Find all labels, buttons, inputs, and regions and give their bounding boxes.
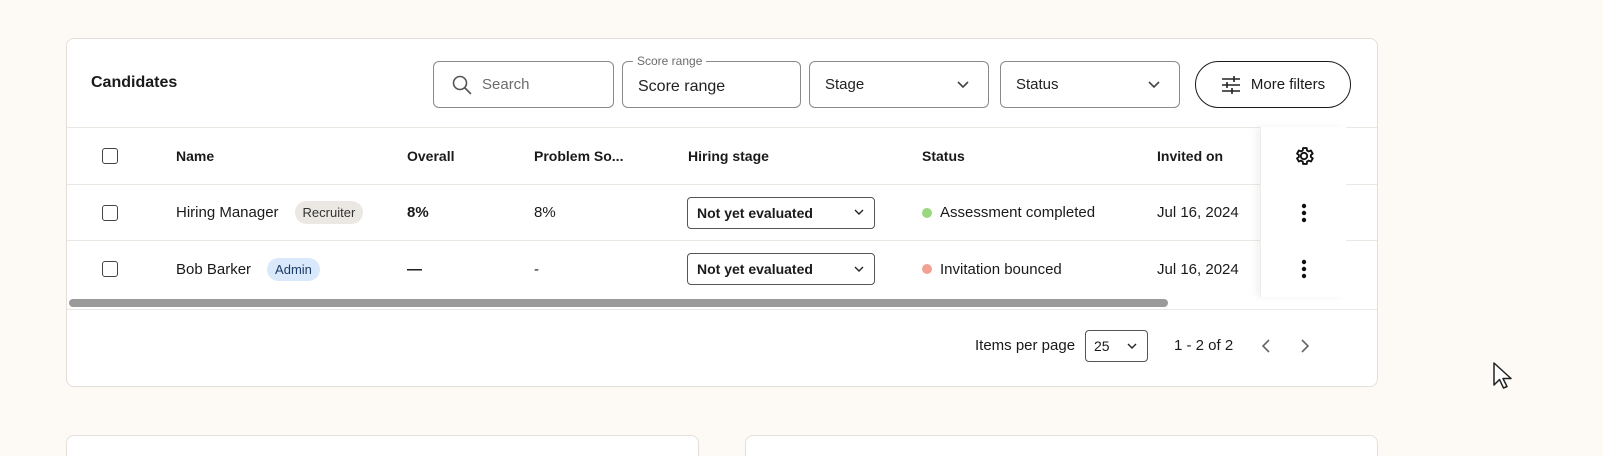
- status-text: Invitation bounced: [940, 260, 1062, 278]
- pagination: Items per page 25 1 - 2 of 2: [67, 309, 1377, 386]
- candidate-name[interactable]: Bob Barker: [176, 261, 251, 278]
- row-actions-cell: [1261, 185, 1347, 241]
- row-select-cell: [102, 241, 118, 297]
- mouse-cursor-icon: [1493, 362, 1512, 389]
- score-range-legend: Score range: [633, 54, 707, 68]
- column-header-problem-solving[interactable]: Problem So...: [534, 128, 623, 184]
- overall-score: 8%: [407, 204, 429, 221]
- hiring-stage-cell: Not yet evaluated: [687, 241, 875, 297]
- more-filters-button[interactable]: More filters: [1195, 61, 1351, 108]
- status-cell: Assessment completed: [922, 185, 1095, 240]
- status-select[interactable]: Status: [1000, 61, 1180, 108]
- candidate-name[interactable]: Hiring Manager: [176, 204, 279, 221]
- sliders-icon: [1221, 75, 1240, 94]
- status-cell: Invitation bounced: [922, 241, 1062, 297]
- prev-page-button[interactable]: [1254, 334, 1278, 358]
- lower-card-right: [745, 435, 1378, 456]
- row-checkbox[interactable]: [102, 204, 118, 221]
- kebab-icon[interactable]: [1301, 259, 1307, 279]
- search-icon: [452, 75, 472, 94]
- column-header-hiring-stage[interactable]: Hiring stage: [688, 128, 769, 184]
- role-tag: Admin: [267, 257, 320, 281]
- items-per-page-value: 25: [1094, 338, 1110, 354]
- hiring-stage-dropdown[interactable]: Not yet evaluated: [687, 196, 875, 229]
- chevron-down-icon: [854, 209, 864, 215]
- column-settings-cell: [1261, 127, 1347, 185]
- kebab-icon[interactable]: [1301, 203, 1307, 223]
- problem-solving-score: -: [534, 260, 539, 278]
- table-header-row: Name Overall Problem So... Hiring stage …: [67, 127, 1377, 185]
- next-page-button[interactable]: [1293, 334, 1317, 358]
- row-actions-cell: [1261, 241, 1347, 297]
- chevron-down-icon: [957, 80, 969, 88]
- column-header-overall[interactable]: Overall: [407, 128, 454, 184]
- chevron-down-icon: [1127, 343, 1137, 349]
- sticky-actions-column: [1260, 127, 1346, 297]
- invited-on: Jul 16, 2024: [1157, 260, 1239, 278]
- role-tag: Recruiter: [294, 201, 364, 224]
- score-range-field[interactable]: Score range Score range: [622, 54, 801, 108]
- chevron-right-icon: [1301, 339, 1310, 353]
- chevron-down-icon: [1148, 80, 1160, 88]
- items-per-page-label: Items per page: [975, 337, 1076, 354]
- candidates-table: Name Overall Problem So... Hiring stage …: [67, 127, 1377, 309]
- score-range-value: Score range: [638, 78, 726, 95]
- hiring-stage-value: Not yet evaluated: [697, 261, 813, 277]
- items-per-page-select[interactable]: 25: [1085, 330, 1148, 362]
- status-select-label: Status: [1016, 76, 1059, 93]
- status-text: Assessment completed: [940, 204, 1096, 221]
- card-title: Candidates: [91, 74, 178, 91]
- candidate-name-cell: Bob Barker Admin: [176, 241, 320, 297]
- overall-score: —: [407, 260, 422, 278]
- lower-card-left: [66, 435, 699, 456]
- table-row: Hiring Manager Recruiter 8% 8% Not yet e…: [67, 185, 1377, 241]
- chevron-down-icon: [854, 266, 864, 272]
- candidates-card: Candidates Score range Score range Stage…: [66, 38, 1378, 387]
- gear-icon[interactable]: [1293, 145, 1315, 167]
- row-checkbox[interactable]: [102, 261, 118, 277]
- stage-select[interactable]: Stage: [809, 61, 989, 108]
- table-row: Bob Barker Admin — - Not yet evaluated I…: [67, 241, 1377, 297]
- stage-select-label: Stage: [825, 76, 865, 93]
- row-select-cell: [102, 185, 118, 240]
- hiring-stage-cell: Not yet evaluated: [687, 185, 875, 240]
- candidate-name-cell: Hiring Manager Recruiter: [176, 185, 364, 240]
- invited-on: Jul 16, 2024: [1157, 204, 1239, 221]
- horizontal-scrollbar[interactable]: [67, 297, 1377, 309]
- status-dot: [922, 207, 932, 218]
- select-all-checkbox[interactable]: [102, 148, 118, 164]
- select-all-cell: [102, 128, 118, 184]
- hiring-stage-dropdown[interactable]: Not yet evaluated: [687, 253, 875, 285]
- scrollbar-thumb[interactable]: [69, 299, 1168, 307]
- more-filters-label: More filters: [1250, 76, 1326, 93]
- column-header-invited-on[interactable]: Invited on: [1157, 128, 1223, 184]
- search-box[interactable]: [433, 61, 614, 108]
- hiring-stage-value: Not yet evaluated: [697, 204, 813, 221]
- column-header-status[interactable]: Status: [922, 128, 965, 184]
- chevron-left-icon: [1261, 339, 1270, 353]
- column-header-name[interactable]: Name: [176, 128, 214, 184]
- status-dot: [922, 264, 932, 274]
- problem-solving-score: 8%: [534, 204, 556, 221]
- page-range: 1 - 2 of 2: [1174, 337, 1234, 354]
- search-input[interactable]: [482, 76, 602, 93]
